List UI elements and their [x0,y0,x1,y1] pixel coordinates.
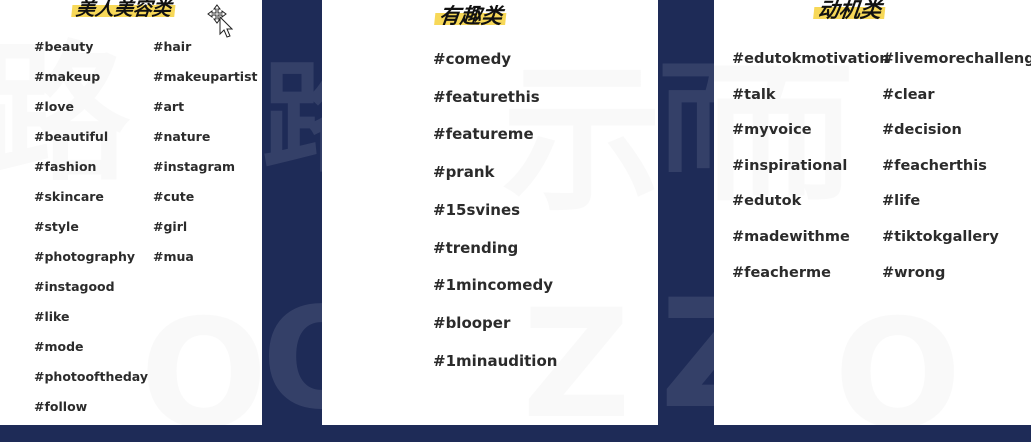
hashtag-item: #makeupartist [153,69,258,84]
hashtag-item: #cute [153,189,195,204]
hashtag-item: #inspirational [732,157,848,174]
hashtag-item: #love [34,99,74,114]
hashtag-item: #wrong [882,264,946,281]
hashtag-column: #hair #makeupartist #art #nature #instagram #… [153,39,258,281]
hashtag-item: #talk [732,86,776,103]
hashtag-column: #beauty #makeup #love #beautiful #fashion #sk… [34,39,154,421]
hashtag-item: #instagood [34,279,115,294]
hashtag-item: #trending [433,238,519,257]
hashtag-item: #fashion [34,159,97,174]
hashtag-item: #life [882,193,921,210]
panel-ghost-glyph: O [834,300,962,425]
panel-title: 动机类 [816,0,883,22]
hashtag-item: #comedy [433,50,512,68]
hashtag-item: #instagram [153,159,236,174]
hashtag-column: #livemorechallenge #clear #decision #feache… [882,52,1031,292]
hashtag-item: #skincare [34,189,104,204]
hashtag-item: #madewithme [732,229,850,245]
move-cursor-icon [207,4,234,38]
hashtag-item: #feacherthis [882,157,987,174]
hashtag-item: #edutok [732,193,802,210]
hashtag-item: #follow [34,399,88,414]
panel-title: 美人美容类 [74,0,173,20]
motivation-hashtag-panel: 而 O 动机类 #edutokmotivation#talk#myvoice#i… [714,0,1031,425]
hashtag-item: #decision [882,122,962,139]
hashtag-item: #edutokmotivation [732,51,890,67]
hashtag-item: #photooftheday [34,369,148,384]
panel-title: 有趣类 [437,4,504,28]
hashtag-item: #beauty [34,39,94,54]
hashtag-item: #nature [153,129,211,144]
hashtag-item: #featureme [433,125,534,144]
hashtag-item: #myvoice [732,122,812,139]
hashtag-item: #girl [153,219,188,234]
hashtag-item: #art [153,99,185,114]
panel-ghost-glyph: O [140,300,262,425]
hashtag-item: #like [34,309,70,324]
hashtag-item: #mode [34,339,84,354]
hashtag-item: #blooper [433,313,511,332]
hashtag-item: #beautiful [34,129,109,144]
hashtag-item: #clear [882,86,935,103]
hashtag-column: #comedy #featurethis #featureme #prank #15sv… [433,52,633,382]
hashtag-item: #1mincomedy [433,276,553,295]
hashtag-item: #tiktokgallery [882,229,999,245]
hashtag-item: #1minaudition [433,351,558,370]
hashtag-item: #photography [34,249,136,264]
hashtag-item: #style [34,219,79,234]
hashtag-item: #featurethis [433,87,540,106]
hashtag-item: #hair [153,39,192,54]
hashtag-item: #makeup [34,69,101,84]
hashtag-item: #prank [433,163,495,182]
hashtag-item: #feacherme [732,264,831,281]
hashtag-item: #mua [153,249,194,264]
hashtag-column: #edutokmotivation #talk #myvoice #inspirati… [732,52,890,292]
hashtag-item: #livemorechallenge [882,51,1031,67]
comedy-hashtag-panel: 示 Z 有趣类 #comedy#featurethis#featureme#pr… [322,0,658,425]
beauty-hashtag-panel: 路 O 美人美容类 #beauty#makeup#love#beautiful#… [0,0,262,425]
hashtag-item: #15svines [433,200,521,219]
